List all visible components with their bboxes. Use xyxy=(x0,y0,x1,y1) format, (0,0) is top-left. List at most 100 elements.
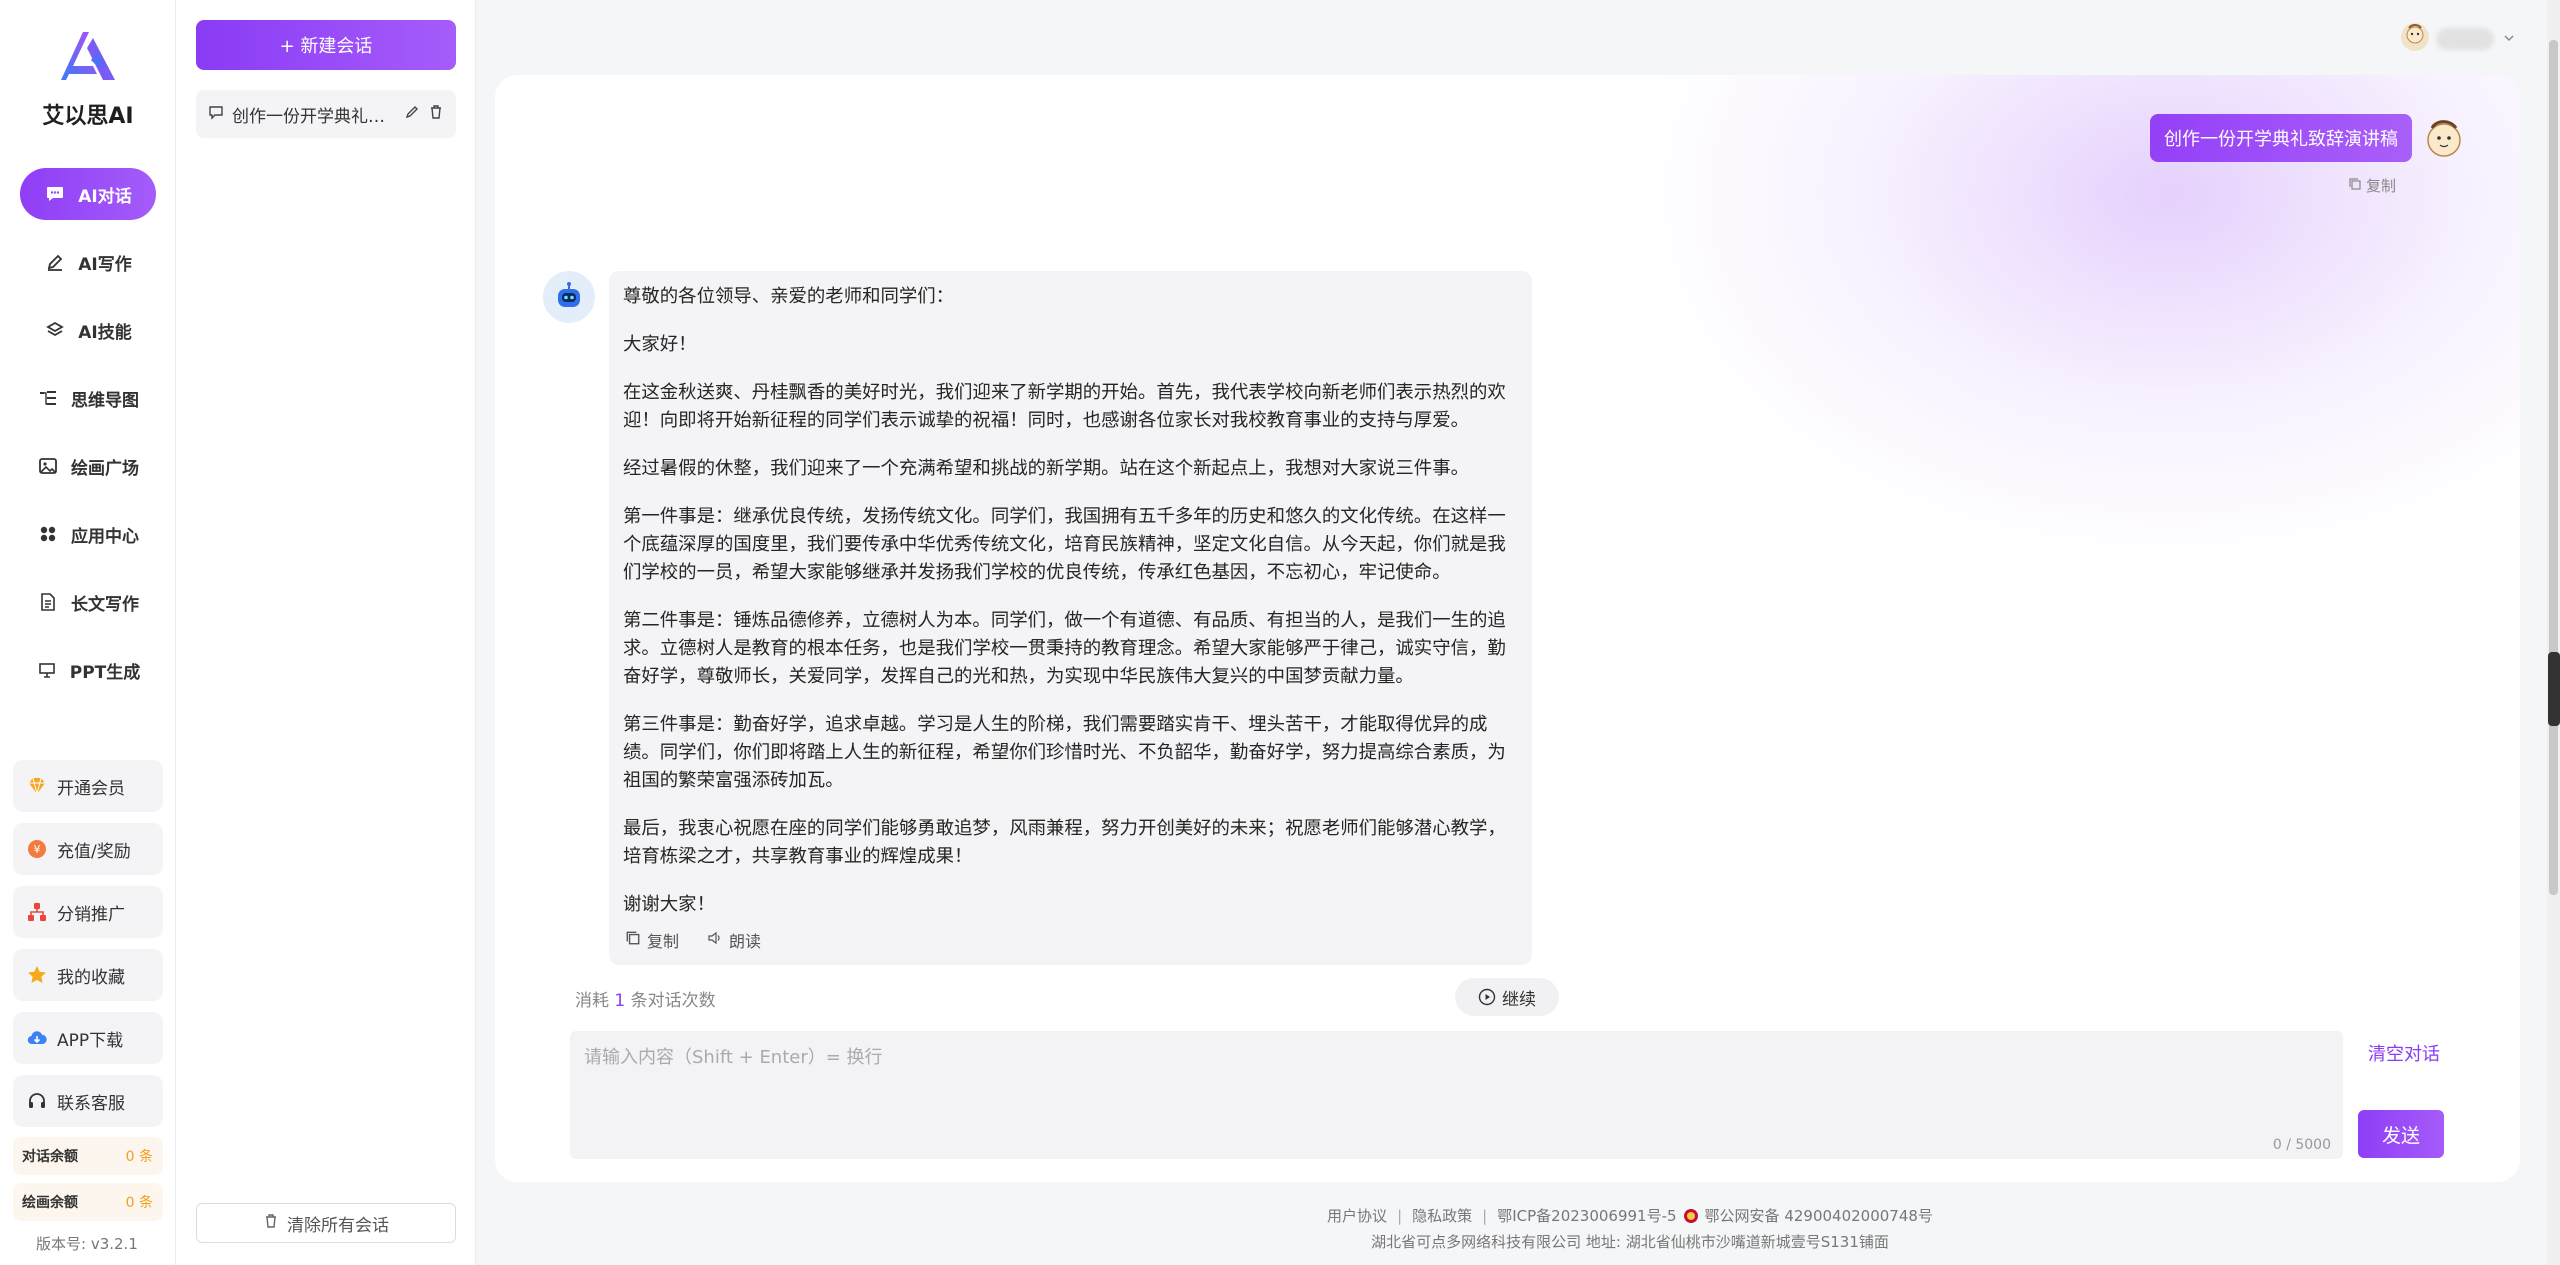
bot-message-actions: 复制 朗读 xyxy=(625,928,789,952)
bot-paragraph: 尊敬的各位领导、亲爱的老师和同学们： xyxy=(623,286,955,307)
copy-label: 复制 xyxy=(2366,177,2397,195)
message-input-box: 0 / 5000 xyxy=(570,1031,2343,1159)
read-label: 朗读 xyxy=(729,932,762,951)
nav-item-ai-chat[interactable]: AI对话 xyxy=(20,168,156,220)
usage-suffix: 条对话次数 xyxy=(630,991,716,1011)
pen-icon xyxy=(44,251,66,273)
scrollbar-thumb[interactable] xyxy=(2549,40,2558,895)
side-button-label: APP下载 xyxy=(57,1030,124,1051)
footer-company: 湖北省可点多网络科技有限公司 地址: 湖北省仙桃市沙嘴道新城壹号S131铺面 xyxy=(1371,1233,1889,1251)
edit-icon[interactable] xyxy=(404,104,420,125)
bot-avatar xyxy=(543,271,595,323)
continue-button[interactable]: 继续 xyxy=(1455,978,1559,1016)
conversation-title: 创作一份开学典礼致辞演讲稿 xyxy=(232,106,396,127)
nav-item-app-center[interactable]: 应用中心 xyxy=(20,508,156,560)
nav-label: AI写作 xyxy=(78,254,132,275)
star-icon xyxy=(25,963,49,987)
nav-label: AI技能 xyxy=(78,322,132,343)
user-menu[interactable] xyxy=(2400,22,2516,56)
chat-outline-icon xyxy=(208,104,224,125)
side-button-label: 充值/奖励 xyxy=(57,841,131,862)
balance-label: 对话余额 xyxy=(22,1149,78,1165)
mind-map-icon xyxy=(37,387,59,409)
conversation-item[interactable]: 创作一份开学典礼致辞演讲稿 xyxy=(196,90,456,138)
bot-message-bubble: 尊敬的各位领导、亲爱的老师和同学们： 大家好！ 在这金秋送爽、丹桂飘香的美好时光… xyxy=(609,271,1532,965)
bot-copy-button[interactable]: 复制 xyxy=(625,928,679,952)
bot-paragraph: 最后，我衷心祝愿在座的同学们能够勇敢追梦，风雨兼程，努力开创美好的未来；祝愿老师… xyxy=(623,818,1506,867)
nav-item-drawing-square[interactable]: 绘画广场 xyxy=(20,440,156,492)
side-button-label: 联系客服 xyxy=(57,1093,125,1114)
distribution-button[interactable]: 分销推广 xyxy=(13,886,163,938)
chat-balance: 对话余额 0 条 xyxy=(13,1137,163,1175)
continue-label: 继续 xyxy=(1502,989,1536,1010)
apps-grid-icon xyxy=(37,523,59,545)
copy-icon xyxy=(2348,177,2362,195)
nav-label: 长文写作 xyxy=(71,594,139,615)
message-input[interactable] xyxy=(570,1031,2343,1159)
nav-label: 应用中心 xyxy=(71,526,139,547)
user-message-bubble: 创作一份开学典礼致辞演讲稿 xyxy=(2150,114,2412,162)
trash-icon[interactable] xyxy=(428,104,444,125)
privacy-link[interactable]: 隐私政策 xyxy=(1412,1205,1472,1226)
image-icon xyxy=(37,455,59,477)
recharge-button[interactable]: ¥ 充值/奖励 xyxy=(13,823,163,875)
favorites-button[interactable]: 我的收藏 xyxy=(13,949,163,1001)
conversation-sidebar: + 新建会话 创作一份开学典礼致辞演讲稿 清除所有会话 xyxy=(176,0,476,1265)
nav-item-long-writing[interactable]: 长文写作 xyxy=(20,576,156,628)
side-button-label: 我的收藏 xyxy=(57,967,125,988)
nav-label: AI对话 xyxy=(78,186,132,207)
side-button-label: 开通会员 xyxy=(57,778,125,799)
nav-label: 绘画广场 xyxy=(71,458,139,479)
new-chat-button[interactable]: + 新建会话 xyxy=(196,20,456,70)
customer-service-button[interactable]: 联系客服 xyxy=(13,1075,163,1127)
police-record-link[interactable]: 鄂公网安备 42900402000748号 xyxy=(1705,1205,1933,1226)
app-download-button[interactable]: APP下载 xyxy=(13,1012,163,1064)
nav-item-mind-map[interactable]: 思维导图 xyxy=(20,372,156,424)
user-avatar xyxy=(2400,22,2430,56)
user-copy-button[interactable]: 复制 xyxy=(2348,175,2396,196)
usage-prefix: 消耗 xyxy=(575,991,609,1011)
user-message-avatar xyxy=(2420,114,2468,162)
nav-label: 思维导图 xyxy=(71,390,139,411)
chat-bubble-icon xyxy=(44,183,66,205)
copy-icon xyxy=(625,930,647,950)
bot-paragraph: 第三件事是：勤奋好学，追求卓越。学习是人生的阶梯，我们需要踏实肯干、埋头苦干，才… xyxy=(623,714,1506,791)
bot-paragraph: 大家好！ xyxy=(623,334,697,355)
chevron-down-icon xyxy=(2502,30,2516,49)
vip-button[interactable]: 开通会员 xyxy=(13,760,163,812)
org-chart-icon xyxy=(25,900,49,924)
presentation-icon xyxy=(36,659,58,681)
play-circle-icon xyxy=(1478,988,1496,1006)
brand-logo-icon xyxy=(57,26,119,84)
layers-icon xyxy=(44,319,66,341)
balance-value: 0 条 xyxy=(125,1149,153,1165)
nav-item-ppt[interactable]: PPT生成 xyxy=(20,644,156,696)
headset-icon xyxy=(25,1089,49,1113)
bot-paragraph: 第一件事是：继承优良传统，发扬传统文化。同学们，我国拥有五千多年的历史和悠久的文… xyxy=(623,506,1506,583)
nav-item-ai-writing[interactable]: AI写作 xyxy=(20,236,156,288)
clear-chat-button[interactable]: 清空对话 xyxy=(2368,1040,2440,1066)
svg-text:¥: ¥ xyxy=(34,843,41,856)
speaker-icon xyxy=(707,930,729,950)
main-nav: 艾以思AI AI对话 AI写作 AI技能 思维导图 绘画广场 应用中心 长文写作… xyxy=(0,0,176,1265)
send-button[interactable]: 发送 xyxy=(2358,1110,2444,1158)
vip-diamond-icon xyxy=(25,774,49,798)
bot-paragraph: 经过暑假的休整，我们迎来了一个充满希望和挑战的新学期。站在这个新起点上，我想对大… xyxy=(623,458,1469,479)
user-agreement-link[interactable]: 用户协议 xyxy=(1327,1205,1387,1226)
recharge-coin-icon: ¥ xyxy=(25,837,49,861)
nav-item-ai-skills[interactable]: AI技能 xyxy=(20,304,156,356)
usage-count: 1 xyxy=(614,991,626,1011)
copy-label: 复制 xyxy=(647,932,680,951)
cloud-download-icon xyxy=(25,1026,49,1050)
icp-link[interactable]: 鄂ICP备2023006991号-5 xyxy=(1497,1205,1676,1226)
brand-name: 艾以思AI xyxy=(42,104,134,129)
bot-paragraph: 在这金秋送爽、丹桂飘香的美好时光，我们迎来了新学期的开始。首先，我代表学校向新老… xyxy=(623,382,1506,431)
user-name xyxy=(2436,28,2494,50)
nav-label: PPT生成 xyxy=(69,662,141,683)
char-count: 0 / 5000 xyxy=(2272,1137,2331,1153)
divider: | xyxy=(1397,1206,1403,1225)
bot-read-aloud-button[interactable]: 朗读 xyxy=(707,928,761,952)
usage-info: 消耗 1 条对话次数 xyxy=(575,986,716,1011)
side-handle[interactable] xyxy=(2548,652,2560,726)
bot-paragraph: 第二件事是：锤炼品德修养，立德树人为本。同学们，做一个有道德、有品质、有担当的人… xyxy=(623,610,1506,687)
